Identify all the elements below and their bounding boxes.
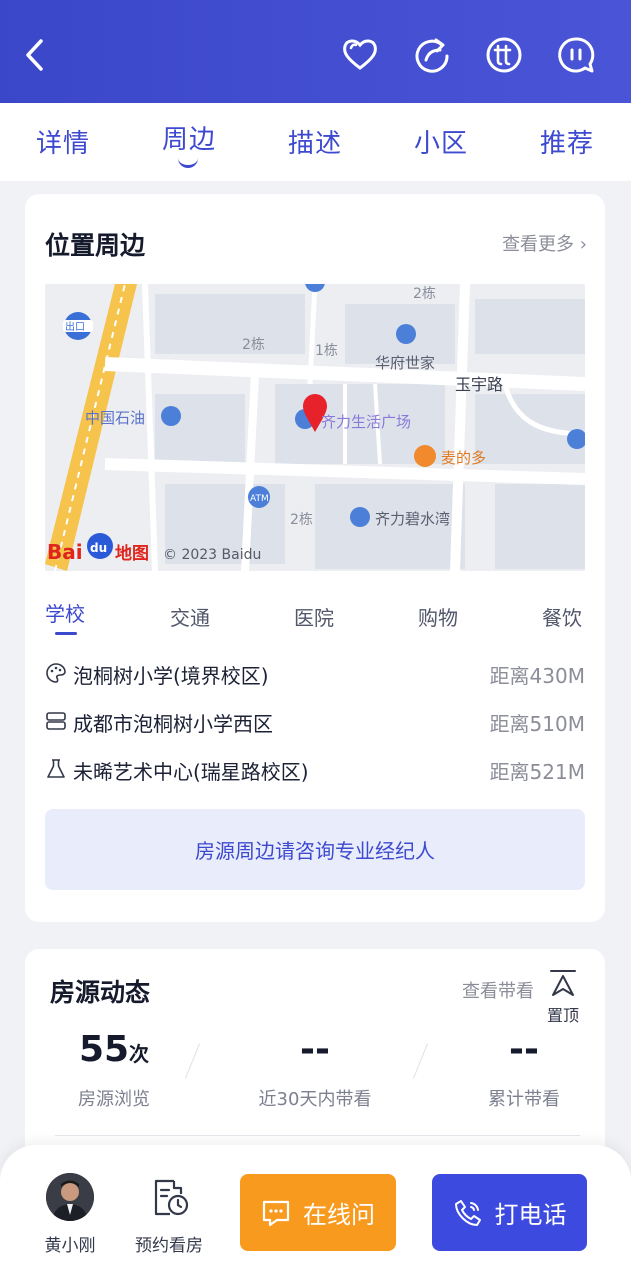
location-card: 位置周边 查看更多 › 2栋 1栋 华府世家 玉宇路 中国石油 齐力生活广场 麦… [25,194,605,922]
category-tab-hospital[interactable]: 医院 [294,602,334,631]
baidu-logo-map: 地图 [115,543,149,564]
back-to-top-button[interactable]: 置顶 [540,968,586,1025]
agent-photo [46,1173,94,1221]
palette-icon [46,663,66,683]
online-chat-button[interactable]: 在线问 [240,1174,396,1251]
total-viewings-count: -- [509,1029,539,1070]
views-label: 房源浏览 [78,1089,150,1110]
map-label: 齐力生活广场 [321,413,411,431]
poi-item[interactable]: 未晞艺术中心(瑞星路校区) 距离521M [45,754,585,784]
share-icon [415,38,449,73]
chevron-right-icon: › [579,234,587,255]
heart-icon [343,39,377,70]
flask-icon [47,759,65,778]
location-more-link[interactable]: 查看更多 › [502,230,587,256]
favorite-button[interactable] [338,33,382,77]
top-app-bar [0,0,631,103]
dynamics-title: 房源动态 [50,978,151,1007]
category-tab-transport[interactable]: 交通 [170,602,210,631]
message-icon [262,1200,290,1226]
online-chat-label: 在线问 [303,1201,375,1229]
chat-icon [558,37,595,73]
poi-item[interactable]: 泡桐树小学(境界校区) 距离430M [45,658,585,688]
map-label: 2栋 [242,336,265,353]
map-label: 麦的多 [441,449,486,467]
share-button[interactable] [410,33,454,77]
chevron-left-icon [26,39,43,71]
poi-item[interactable]: 成都市泡桐树小学西区 距离510M [45,706,585,736]
map-view[interactable]: 2栋 1栋 华府世家 玉宇路 中国石油 齐力生活广场 麦的多 ATM 2栋 齐力… [45,284,585,571]
map-label: 华府世家 [375,354,435,372]
tab-description[interactable]: 描述 [288,123,342,160]
back-button[interactable] [14,33,58,77]
tab-recommend[interactable]: 推荐 [540,123,594,160]
map-label: 玉宇路 [455,375,503,394]
tab-surroundings[interactable]: 周边 [162,119,216,156]
map-label: 2栋 [413,285,436,302]
map-label: 1栋 [315,342,338,359]
phone-icon [454,1199,481,1226]
tab-community[interactable]: 小区 [414,123,468,160]
map-label: 出口 [65,320,85,333]
location-title: 位置周边 [45,231,146,260]
divider [55,1135,580,1136]
appointment-icon[interactable] [150,1178,190,1218]
poi-name: 未晞艺术中心(瑞星路校区) [73,760,309,784]
section-tabs: 详情 周边 描述 小区 推荐 [0,103,631,181]
poi-distance: 距离510M [489,712,585,736]
category-tab-dining[interactable]: 餐饮 [542,602,582,631]
bottom-action-bar: 黄小刚 预约看房 在线问 打电话 [0,1145,631,1280]
map-label: 齐力碧水湾 [375,510,450,528]
appointment-label[interactable]: 预约看房 [126,1231,212,1256]
map-copyright: © 2023 Baidu [163,547,261,563]
baidu-logo-text: Bai [47,540,83,564]
tab-details[interactable]: 详情 [36,123,90,160]
call-button[interactable]: 打电话 [432,1174,587,1251]
total-viewings-label: 累计带看 [488,1089,560,1110]
back-to-top-label: 置顶 [546,1006,579,1025]
tt-icon [486,37,522,73]
consult-agent-banner[interactable]: 房源周边请咨询专业经纪人 [45,809,585,890]
agent-avatar[interactable] [46,1173,94,1221]
stat-divider [412,1043,429,1079]
poi-distance: 距离430M [489,664,585,688]
call-label: 打电话 [494,1201,567,1229]
poi-name: 成都市泡桐树小学西区 [73,712,273,736]
agent-name[interactable]: 黄小刚 [30,1231,110,1256]
views-count: 55次 [78,1029,150,1070]
poi-name: 泡桐树小学(境界校区) [73,664,269,688]
stat-divider [184,1043,201,1079]
category-tab-school[interactable]: 学校 [45,598,85,627]
dynamics-more-link[interactable]: 查看带看 [462,977,534,1003]
tt-button[interactable] [482,33,526,77]
recent-viewings-count: -- [300,1029,330,1070]
map-label: ATM [250,494,269,504]
map-label: 2栋 [290,511,313,528]
map-label: 中国石油 [85,409,145,427]
arrow-up-icon [550,970,576,996]
school-icon [46,712,66,730]
category-tab-shopping[interactable]: 购物 [418,602,458,631]
category-indicator [55,632,77,635]
message-button[interactable] [554,33,598,77]
baidu-logo-du: du [90,541,107,555]
map-canvas: 2栋 1栋 华府世家 玉宇路 中国石油 齐力生活广场 麦的多 ATM 2栋 齐力… [45,284,585,571]
poi-distance: 距离521M [489,760,585,784]
recent-viewings-label: 近30天内带看 [258,1089,372,1110]
